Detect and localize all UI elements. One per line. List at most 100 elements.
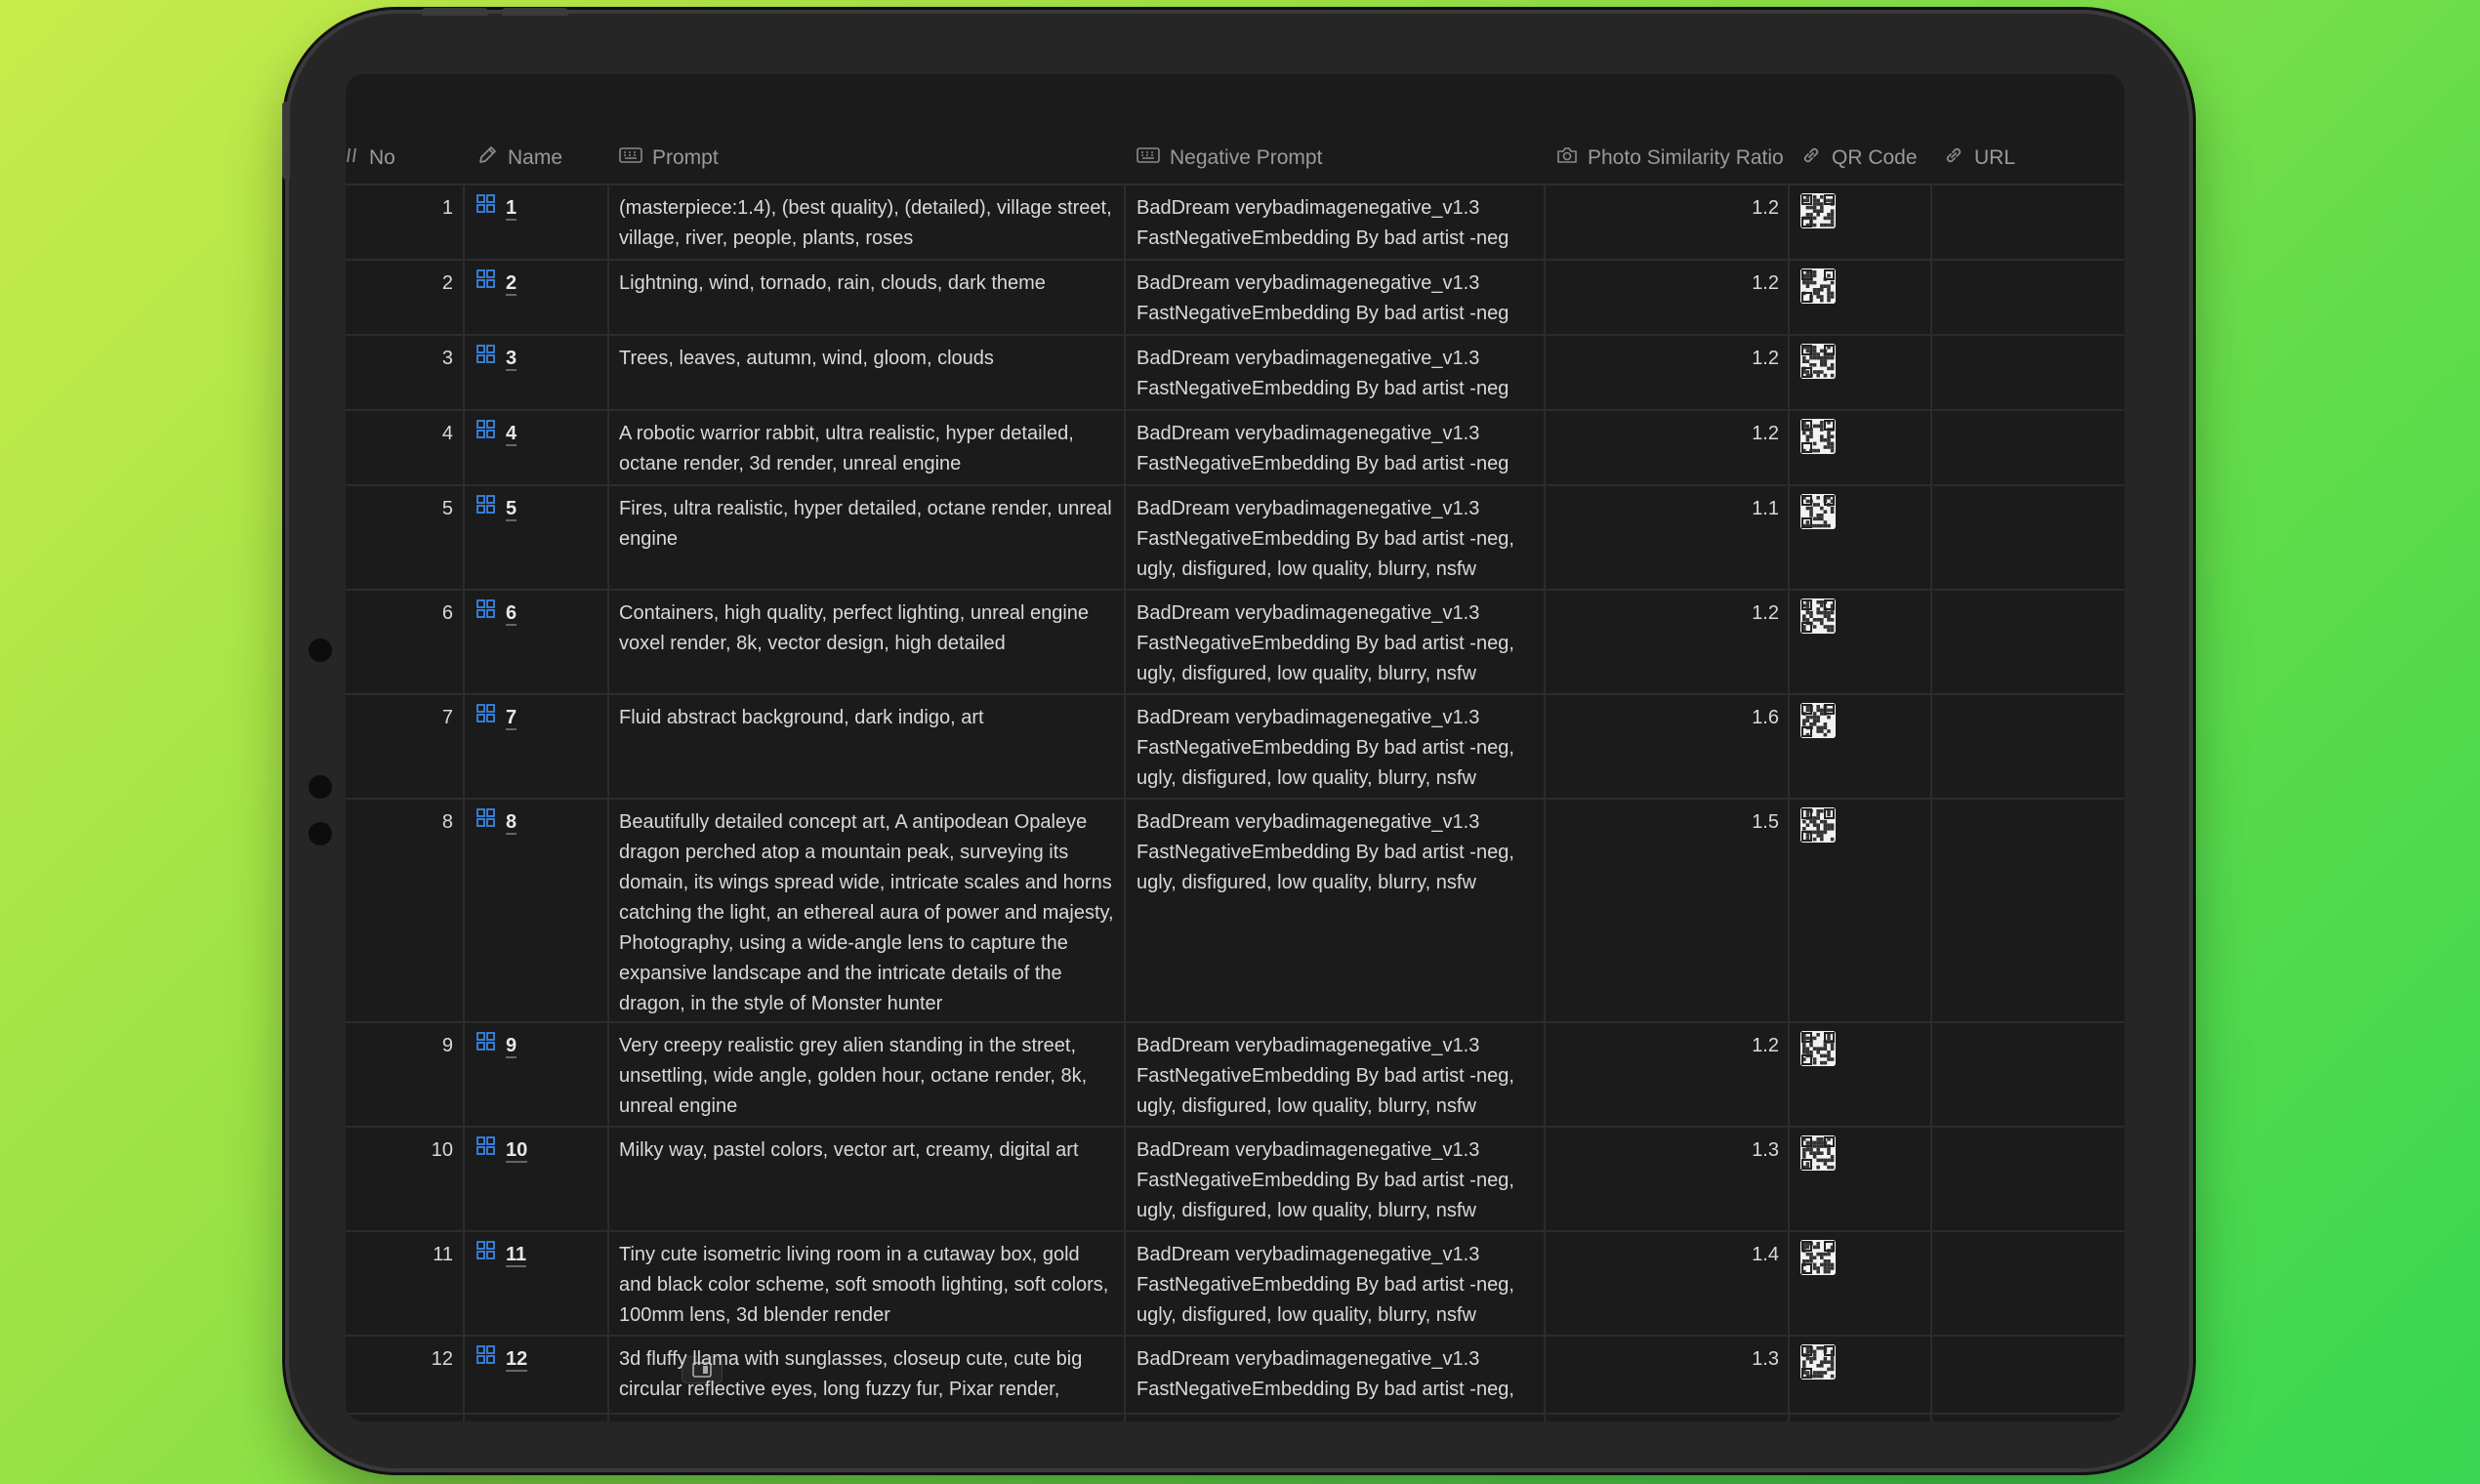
row-name-label: 1 bbox=[506, 196, 517, 221]
column-header-name[interactable]: Name bbox=[476, 133, 562, 184]
row-name[interactable]: 9 bbox=[476, 1031, 517, 1061]
camera-dot bbox=[309, 775, 332, 799]
negative-prompt-cell[interactable]: BadDream verybadimagenegative_v1.3 FastN… bbox=[1137, 334, 1547, 404]
ratio-cell[interactable]: 1.4 bbox=[1556, 1230, 1779, 1270]
row-name[interactable]: 2 bbox=[476, 268, 517, 299]
qr-code-thumbnail[interactable] bbox=[1800, 1031, 1836, 1066]
row-name[interactable]: 8 bbox=[476, 807, 517, 838]
row-name[interactable]: 10 bbox=[476, 1135, 528, 1166]
row-name[interactable]: 12 bbox=[476, 1344, 723, 1383]
row-name-label: 8 bbox=[506, 810, 517, 835]
table-row[interactable]: 7 7 Fluid abstract background, dark indi… bbox=[346, 693, 2125, 800]
qr-code-thumbnail[interactable] bbox=[1800, 1344, 1836, 1380]
qr-code-thumbnail[interactable] bbox=[1800, 419, 1836, 454]
table-row[interactable]: 12 12 3d fluffy llama with sunglasses, c… bbox=[346, 1335, 2125, 1415]
prompt-cell[interactable]: Milky way, pastel colors, vector art, cr… bbox=[619, 1126, 1117, 1166]
link-icon bbox=[1800, 144, 1832, 172]
prompt-cell[interactable]: Lightning, wind, tornado, rain, clouds, … bbox=[619, 259, 1117, 299]
row-name[interactable]: 7 bbox=[476, 703, 517, 733]
prompt-cell[interactable]: Containers, high quality, perfect lighti… bbox=[619, 589, 1117, 659]
table-row[interactable]: 1 1 (masterpiece:1.4), (best quality), (… bbox=[346, 184, 2125, 261]
qr-code-thumbnail[interactable] bbox=[1800, 193, 1836, 228]
ratio-cell[interactable]: 1.3 bbox=[1556, 1335, 1779, 1375]
table-row[interactable]: 10 10 Milky way, pastel colors, vector a… bbox=[346, 1126, 2125, 1232]
row-name[interactable]: 1 bbox=[476, 193, 517, 224]
ratio-cell[interactable]: 1.2 bbox=[1556, 409, 1779, 449]
hash-icon bbox=[346, 145, 369, 171]
qr-code-thumbnail[interactable] bbox=[1800, 1240, 1836, 1275]
grid-icon bbox=[476, 703, 496, 733]
table-row[interactable]: 11 11 Tiny cute isometric living room in… bbox=[346, 1230, 2125, 1337]
column-header-no[interactable]: No bbox=[346, 133, 395, 184]
prompt-cell[interactable]: A robotic warrior rabbit, ultra realisti… bbox=[619, 409, 1117, 479]
row-name[interactable]: 5 bbox=[476, 494, 517, 524]
negative-prompt-cell[interactable]: BadDream verybadimagenegative_v1.3 FastN… bbox=[1137, 798, 1547, 898]
negative-prompt-cell[interactable]: BadDream verybadimagenegative_v1.3 FastN… bbox=[1137, 484, 1547, 585]
column-header-negative-prompt[interactable]: Negative Prompt bbox=[1137, 133, 1322, 184]
prompt-cell[interactable]: Fires, ultra realistic, hyper detailed, … bbox=[619, 484, 1117, 555]
prompt-cell[interactable]: Beautifully detailed concept art, A anti… bbox=[619, 798, 1117, 1019]
prompt-cell[interactable]: Very creepy realistic grey alien standin… bbox=[619, 1021, 1117, 1122]
negative-prompt-cell[interactable]: BadDream verybadimagenegative_v1.3 FastN… bbox=[1137, 693, 1547, 794]
row-name[interactable]: 4 bbox=[476, 419, 517, 449]
prompt-cell[interactable]: (masterpiece:1.4), (best quality), (deta… bbox=[619, 184, 1117, 254]
column-header-photo-similarity-ratio[interactable]: Photo Similarity Ratio bbox=[1556, 133, 1784, 184]
table-row[interactable]: 3 3 Trees, leaves, autumn, wind, gloom, … bbox=[346, 334, 2125, 411]
negative-prompt-cell[interactable]: BadDream verybadimagenegative_v1.3 FastN… bbox=[1137, 409, 1547, 479]
table-row[interactable]: 5 5 Fires, ultra realistic, hyper detail… bbox=[346, 484, 2125, 591]
qr-code-thumbnail[interactable] bbox=[1800, 344, 1836, 379]
qr-code-thumbnail[interactable] bbox=[1800, 598, 1836, 634]
qr-code-thumbnail[interactable] bbox=[1800, 807, 1836, 843]
ratio-cell[interactable]: 1.6 bbox=[1556, 693, 1779, 733]
qr-code-thumbnail[interactable] bbox=[1800, 1135, 1836, 1171]
pencil-icon bbox=[476, 144, 508, 172]
negative-prompt-cell[interactable]: BadDream verybadimagenegative_v1.3 FastN… bbox=[1137, 259, 1547, 329]
row-name[interactable]: 3 bbox=[476, 344, 517, 374]
ratio-cell[interactable]: 1.2 bbox=[1556, 184, 1779, 224]
row-number: 9 bbox=[441, 1035, 453, 1056]
row-name-label: 3 bbox=[506, 347, 517, 371]
top-button bbox=[422, 8, 488, 16]
negative-prompt-cell[interactable]: BadDream verybadimagenegative_v1.3 FastN… bbox=[1137, 1126, 1547, 1226]
grid-icon bbox=[476, 193, 496, 224]
row-number: 6 bbox=[441, 602, 453, 624]
qr-code-thumbnail[interactable] bbox=[1800, 703, 1836, 738]
prompt-cell[interactable]: Tiny cute isometric living room in a cut… bbox=[619, 1230, 1117, 1331]
ratio-cell[interactable]: 1.2 bbox=[1556, 334, 1779, 374]
table-row[interactable]: 8 8 Beautifully detailed concept art, A … bbox=[346, 798, 2125, 1023]
negative-prompt-cell[interactable]: BadDream verybadimagenegative_v1.3 FastN… bbox=[1137, 1230, 1547, 1331]
negative-prompt-cell[interactable]: BadDream verybadimagenegative_v1.3 FastN… bbox=[1137, 1021, 1547, 1122]
prompt-cell[interactable]: 3d fluffy llama with sunglasses, closeup… bbox=[619, 1335, 1117, 1405]
negative-prompt-cell[interactable]: BadDream verybadimagenegative_v1.3 FastN… bbox=[1137, 589, 1547, 689]
ratio-cell[interactable]: 1.1 bbox=[1556, 484, 1779, 524]
prompt-cell[interactable]: Fluid abstract background, dark indigo, … bbox=[619, 693, 1117, 733]
grid-icon bbox=[476, 598, 496, 629]
qr-code-thumbnail[interactable] bbox=[1800, 494, 1836, 529]
row-name-label: 7 bbox=[506, 706, 517, 730]
negative-prompt-cell[interactable]: BadDream verybadimagenegative_v1.3 FastN… bbox=[1137, 1335, 1547, 1405]
column-header-url[interactable]: URL bbox=[1943, 133, 2015, 184]
row-name-label: 2 bbox=[506, 271, 517, 296]
table-row[interactable]: 6 6 Containers, high quality, perfect li… bbox=[346, 589, 2125, 695]
prompt-cell[interactable]: Trees, leaves, autumn, wind, gloom, clou… bbox=[619, 334, 1117, 374]
qr-code-thumbnail[interactable] bbox=[1800, 268, 1836, 304]
table-row[interactable]: 9 9 Very creepy realistic grey alien sta… bbox=[346, 1021, 2125, 1128]
grid-icon bbox=[476, 419, 496, 449]
grid-icon bbox=[476, 268, 496, 299]
ratio-cell[interactable]: 1.3 bbox=[1556, 1126, 1779, 1166]
table-row[interactable]: 4 4 A robotic warrior rabbit, ultra real… bbox=[346, 409, 2125, 486]
tablet-frame: No Name Prompt Negative Prompt Photo Sim… bbox=[282, 8, 2189, 1468]
row-name[interactable]: 11 bbox=[476, 1240, 527, 1270]
table-row[interactable]: 2 2 Lightning, wind, tornado, rain, clou… bbox=[346, 259, 2125, 336]
column-header-prompt[interactable]: Prompt bbox=[619, 133, 719, 184]
column-header-qr-code[interactable]: QR Code bbox=[1800, 133, 1918, 184]
negative-prompt-cell[interactable]: BadDream verybadimagenegative_v1.3 FastN… bbox=[1137, 184, 1547, 254]
ratio-cell[interactable]: 1.2 bbox=[1556, 259, 1779, 299]
ratio-cell[interactable]: 1.5 bbox=[1556, 798, 1779, 838]
row-name-label: 9 bbox=[506, 1034, 517, 1058]
ratio-cell[interactable]: 1.2 bbox=[1556, 589, 1779, 629]
table-header: No Name Prompt Negative Prompt Photo Sim… bbox=[346, 133, 2125, 186]
ratio-cell[interactable]: 1.2 bbox=[1556, 1021, 1779, 1061]
row-name[interactable]: 6 bbox=[476, 598, 517, 629]
grid-icon bbox=[476, 1031, 496, 1061]
